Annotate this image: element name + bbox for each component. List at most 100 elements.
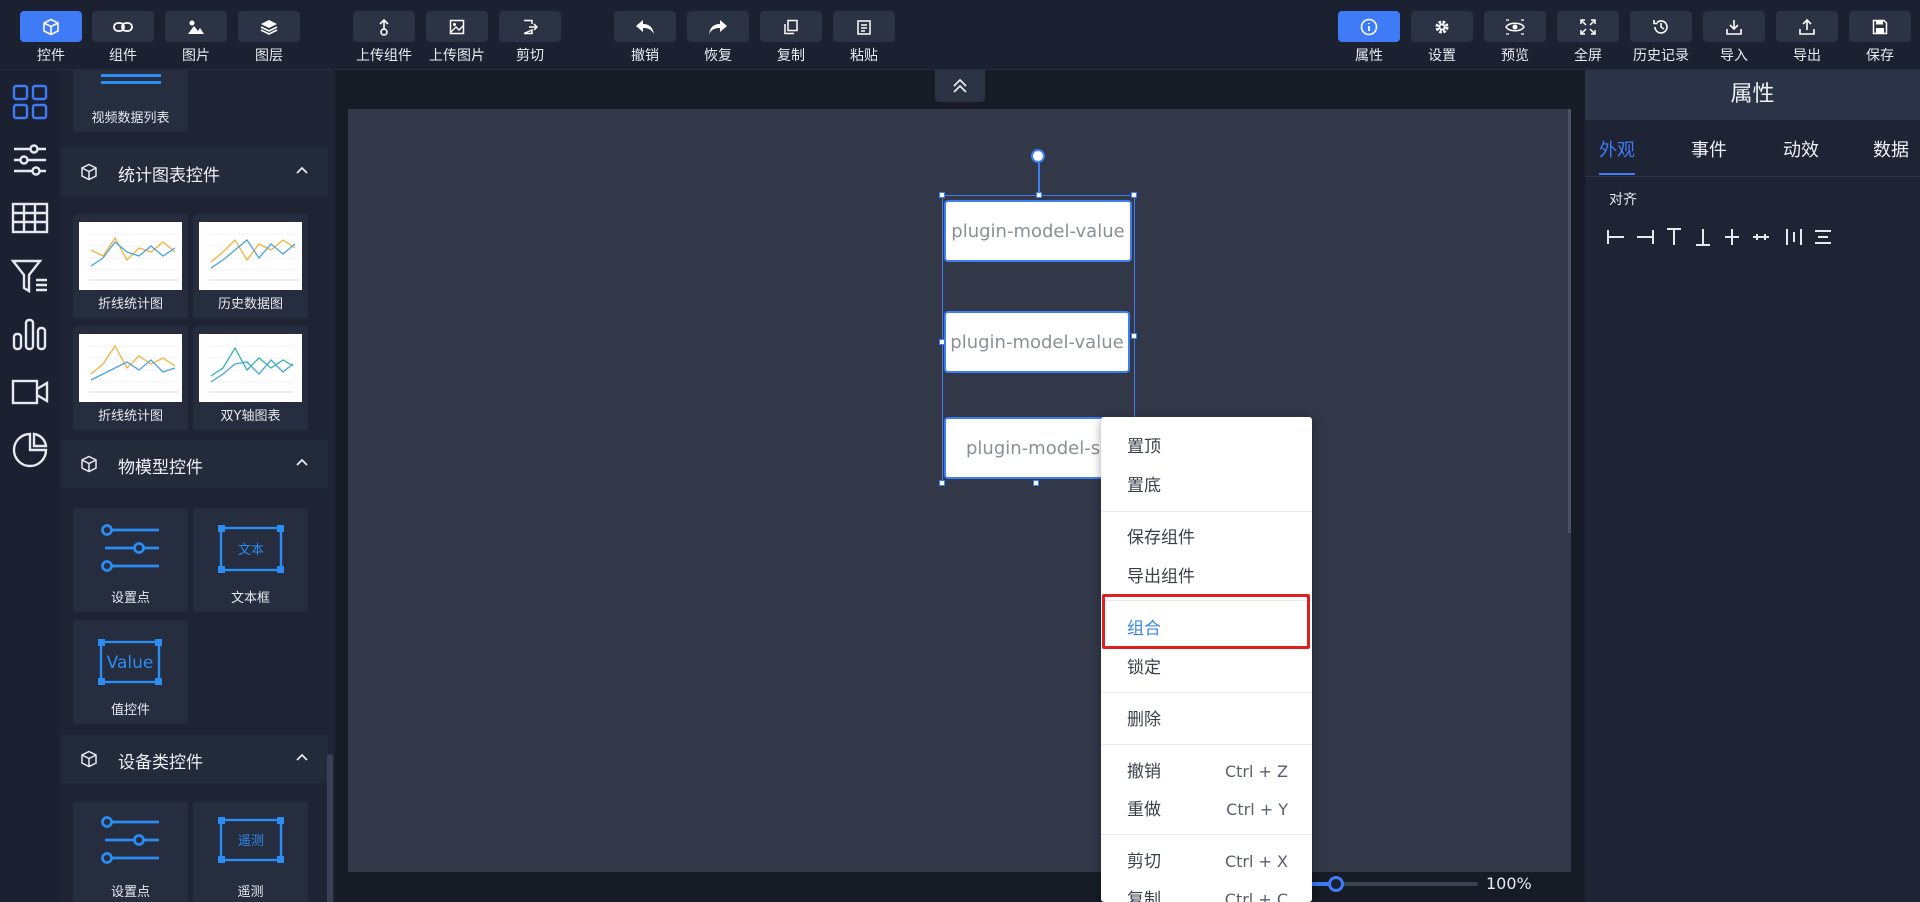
toolbar-save-button[interactable]: 保存: [1849, 11, 1911, 67]
collapse-toolbar-button[interactable]: [935, 70, 985, 102]
top-toolbar: 控件 组件 图片 图层 上传组件 上传图片 剪切 撤销 恢复 复制 粘贴 属性 …: [0, 0, 1920, 70]
rail-pie-chart-icon[interactable]: [10, 430, 50, 470]
toolbar-images-button[interactable]: 图片: [165, 11, 227, 67]
canvas-widget-model-value-2[interactable]: plugin-model-value: [944, 311, 1130, 373]
menu-send-to-bottom[interactable]: 置底: [1101, 468, 1312, 504]
menu-delete[interactable]: 删除: [1101, 702, 1312, 738]
tab-animation[interactable]: 动效: [1783, 136, 1819, 162]
menu-separator: [1101, 744, 1312, 745]
toolbar-upload-component-button[interactable]: 上传组件: [353, 11, 415, 67]
toolbar-export-button[interactable]: 导出: [1776, 11, 1838, 67]
undo-icon: [614, 11, 676, 42]
panel-scrollbar[interactable]: [327, 754, 333, 902]
card-textbox[interactable]: 文本 文本框: [193, 508, 308, 612]
zoom-slider-knob[interactable]: [1328, 876, 1344, 892]
align-top-icon[interactable]: [1663, 226, 1685, 248]
resize-handle-n[interactable]: [1036, 192, 1042, 198]
toolbar-import-label: 导入: [1720, 48, 1748, 64]
rotate-handle[interactable]: [1031, 149, 1045, 163]
toolbar-paste-button[interactable]: 粘贴: [833, 11, 895, 67]
canvas-widget-model-value-1[interactable]: plugin-model-value: [944, 200, 1132, 262]
tab-data[interactable]: 数据: [1873, 136, 1909, 162]
rail-sliders-icon[interactable]: [10, 140, 50, 180]
card-caption: 设置点: [110, 885, 150, 900]
card-caption: 历史数据图: [217, 297, 283, 312]
section-chart-widgets[interactable]: 统计图表控件: [60, 148, 328, 196]
menu-shortcut: Ctrl + X: [1224, 852, 1288, 871]
align-center-horizontal-icon[interactable]: [1750, 226, 1772, 248]
card-telemetry[interactable]: 遥测 遥测: [193, 802, 308, 902]
resize-handle-w[interactable]: [939, 339, 945, 345]
menu-separator: [1101, 834, 1312, 835]
resize-handle-sw[interactable]: [939, 480, 945, 486]
align-bottom-icon[interactable]: [1692, 226, 1714, 248]
stage-edge: [1568, 109, 1571, 533]
resize-handle-ne[interactable]: [1131, 192, 1137, 198]
card-line-chart-2[interactable]: 折线统计图: [73, 326, 188, 430]
align-left-icon[interactable]: [1605, 226, 1627, 248]
upload-image-icon: [426, 11, 488, 42]
textbox-icon: 文本: [218, 525, 284, 573]
menu-group[interactable]: 组合: [1101, 611, 1312, 647]
toolbar-import-button[interactable]: 导入: [1703, 11, 1765, 67]
card-history-chart[interactable]: 历史数据图: [193, 214, 308, 318]
toolbar-undo-button[interactable]: 撤销: [614, 11, 676, 67]
toolbar-preview-button[interactable]: 预览: [1484, 11, 1546, 67]
section-device-widgets[interactable]: 设备类控件: [60, 735, 328, 783]
resize-handle-s[interactable]: [1033, 480, 1039, 486]
card-set-point[interactable]: 设置点: [73, 508, 188, 612]
upload-component-icon: [353, 11, 415, 42]
upload-icon: [1776, 11, 1838, 42]
distribute-vertical-icon[interactable]: [1812, 226, 1834, 248]
double-chevron-up-icon: [953, 78, 967, 93]
distribute-horizontal-icon[interactable]: [1783, 226, 1805, 248]
card-value-widget[interactable]: Value 值控件: [73, 620, 188, 724]
menu-export-component[interactable]: 导出组件: [1101, 559, 1312, 595]
menu-cut[interactable]: 剪切 Ctrl + X: [1101, 844, 1312, 880]
rail-grid-icon[interactable]: [10, 82, 50, 122]
dual-y-chart-thumbnail: [199, 334, 302, 402]
cube-icon: [81, 750, 97, 768]
rail-filter-icon[interactable]: [10, 256, 50, 296]
video-list-thumbnail: [101, 74, 161, 84]
toolbar-properties-button[interactable]: 属性: [1338, 11, 1400, 67]
card-video-data-list[interactable]: 视频数据列表: [73, 70, 188, 132]
toolbar-fullscreen-button[interactable]: 全屏: [1557, 11, 1619, 67]
card-caption: 遥测: [237, 885, 264, 900]
menu-lock[interactable]: 锁定: [1101, 650, 1312, 686]
resize-handle-nw[interactable]: [939, 192, 945, 198]
redo-icon: [687, 11, 749, 42]
zoom-value: 100%: [1486, 874, 1532, 893]
resize-handle-e[interactable]: [1131, 333, 1137, 339]
toolbar-copy-button[interactable]: 复制: [760, 11, 822, 67]
toolbar-layers-button[interactable]: 图层: [238, 11, 300, 67]
toolbar-upload-image-button[interactable]: 上传图片: [426, 11, 488, 67]
toolbar-components-button[interactable]: 组件: [92, 11, 154, 67]
menu-bring-to-top[interactable]: 置顶: [1101, 429, 1312, 465]
toolbar-history-button[interactable]: 历史记录: [1630, 11, 1692, 67]
align-right-icon[interactable]: [1634, 226, 1656, 248]
card-dual-y-chart[interactable]: 双Y轴图表: [193, 326, 308, 430]
toolbar-redo-button[interactable]: 恢复: [687, 11, 749, 67]
chevron-up-icon: [296, 753, 308, 761]
rail-video-icon[interactable]: [10, 372, 50, 412]
history-icon: [1630, 11, 1692, 42]
rail-table-icon[interactable]: [10, 198, 50, 238]
toolbar-widgets-button[interactable]: 控件: [20, 11, 82, 67]
menu-redo[interactable]: 重做 Ctrl + Y: [1101, 792, 1312, 828]
card-device-set-point[interactable]: 设置点: [73, 802, 188, 902]
card-line-chart[interactable]: 折线统计图: [73, 214, 188, 318]
menu-save-component[interactable]: 保存组件: [1101, 520, 1312, 556]
toolbar-cut-button[interactable]: 剪切: [499, 11, 561, 67]
tab-appearance[interactable]: 外观: [1599, 136, 1635, 162]
menu-copy[interactable]: 复制 Ctrl + C: [1101, 882, 1312, 902]
rail-bar-chart-icon[interactable]: [10, 314, 50, 354]
section-thing-model-widgets[interactable]: 物模型控件: [60, 440, 328, 488]
toolbar-settings-button[interactable]: 设置: [1411, 11, 1473, 67]
menu-label: 删除: [1127, 710, 1161, 730]
menu-undo[interactable]: 撤销 Ctrl + Z: [1101, 754, 1312, 790]
tab-events[interactable]: 事件: [1691, 136, 1727, 162]
align-center-vertical-icon[interactable]: [1721, 226, 1743, 248]
line-chart-thumbnail: [79, 334, 182, 402]
toolbar-upload-image-label: 上传图片: [429, 48, 485, 64]
